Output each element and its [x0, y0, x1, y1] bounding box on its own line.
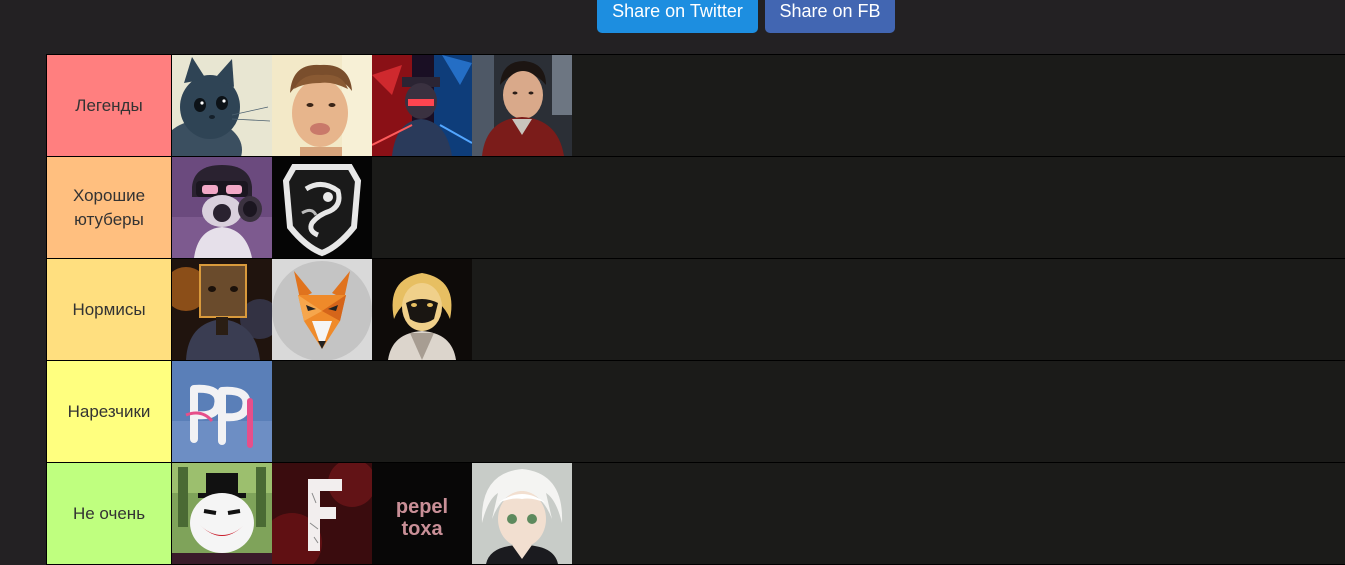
- tier-label-clippers[interactable]: Нарезчики: [47, 361, 172, 462]
- masked-girl-avatar-icon[interactable]: [372, 259, 472, 360]
- tier-row-not-so-good: Не очень pepel toxa: [46, 463, 1345, 565]
- tier-items-good-youtubers[interactable]: [172, 157, 1345, 258]
- share-bar: Share on Twitter Share on FB: [597, 0, 895, 33]
- tier-label-text: Нормисы: [72, 299, 146, 319]
- tier-label-text: Не очень: [72, 503, 146, 523]
- share-fb-button[interactable]: Share on FB: [765, 0, 895, 33]
- tier-list: Легенды Хорошие ютуберы Нормисы Нарезчик…: [46, 54, 1345, 565]
- tier-items-not-so-good[interactable]: pepel toxa: [172, 463, 1345, 564]
- fox-avatar-icon[interactable]: [272, 259, 372, 360]
- tier-label-text: Нарезчики: [67, 401, 151, 421]
- tier-row-clippers: Нарезчики: [46, 361, 1345, 463]
- neon-figure-avatar-icon[interactable]: [372, 55, 472, 156]
- tier-label-not-so-good[interactable]: Не очень: [47, 463, 172, 564]
- cat-avatar-icon[interactable]: [172, 55, 272, 156]
- joker-avatar-icon[interactable]: [172, 463, 272, 564]
- tier-row-normies: Нормисы: [46, 259, 1345, 361]
- letters-logo-avatar-icon[interactable]: [172, 361, 272, 462]
- share-fb-label: Share on FB: [779, 1, 881, 21]
- shield-emblem-avatar-icon[interactable]: [272, 157, 372, 258]
- tier-label-legends[interactable]: Легенды: [47, 55, 172, 156]
- anime-boy-avatar-icon[interactable]: [472, 463, 572, 564]
- share-twitter-button[interactable]: Share on Twitter: [597, 0, 758, 33]
- man-jacket-avatar-icon[interactable]: [472, 55, 572, 156]
- pepel-toxa-logo-icon[interactable]: pepel toxa: [372, 463, 472, 564]
- letter-f-avatar-icon[interactable]: [272, 463, 372, 564]
- toxa-text: toxa: [401, 518, 443, 540]
- boy-avatar-icon[interactable]: [272, 55, 372, 156]
- tier-items-clippers[interactable]: [172, 361, 1345, 462]
- share-twitter-label: Share on Twitter: [612, 1, 743, 21]
- tier-items-normies[interactable]: [172, 259, 1345, 360]
- tier-label-text: Легенды: [75, 95, 143, 115]
- tier-label-good-youtubers[interactable]: Хорошие ютуберы: [47, 157, 172, 258]
- boxhead-avatar-icon[interactable]: [172, 259, 272, 360]
- pepel-text: pepel: [396, 496, 448, 518]
- tier-row-legends: Легенды: [46, 55, 1345, 157]
- gasmask-avatar-icon[interactable]: [172, 157, 272, 258]
- tier-label-text: Хорошие ютуберы: [72, 185, 146, 229]
- tier-label-normies[interactable]: Нормисы: [47, 259, 172, 360]
- tier-row-good-youtubers: Хорошие ютуберы: [46, 157, 1345, 259]
- tier-items-legends[interactable]: [172, 55, 1345, 156]
